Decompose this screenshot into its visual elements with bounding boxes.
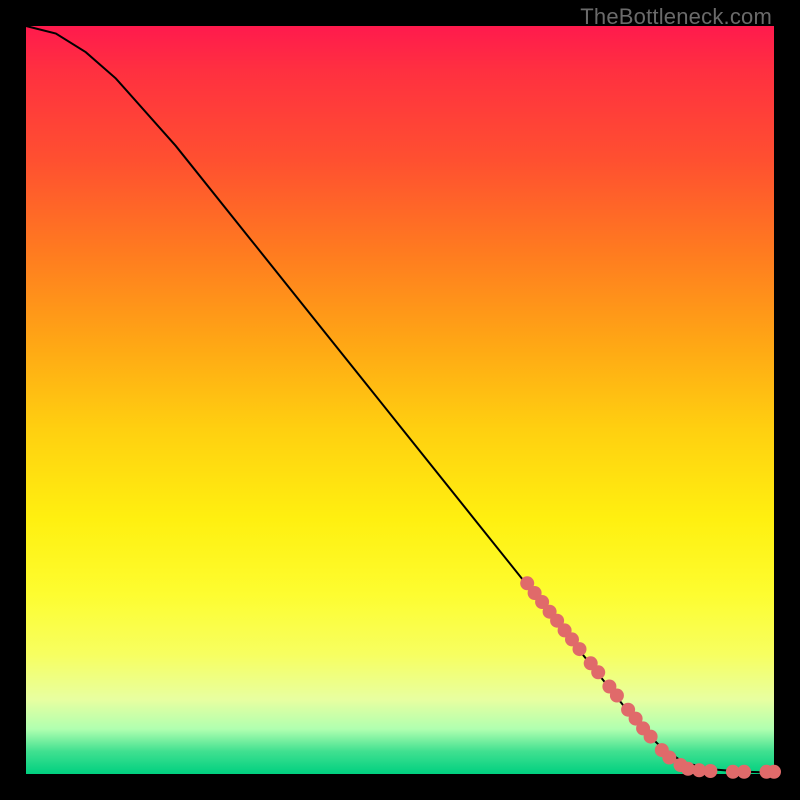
marker-group	[520, 576, 781, 779]
bottleneck-curve	[26, 26, 774, 773]
chart-svg	[26, 26, 774, 774]
marker-point	[737, 765, 751, 779]
marker-point	[610, 689, 624, 703]
marker-point	[703, 764, 717, 778]
marker-point	[591, 665, 605, 679]
marker-point	[644, 730, 658, 744]
marker-point	[767, 765, 781, 779]
marker-point	[573, 642, 587, 656]
